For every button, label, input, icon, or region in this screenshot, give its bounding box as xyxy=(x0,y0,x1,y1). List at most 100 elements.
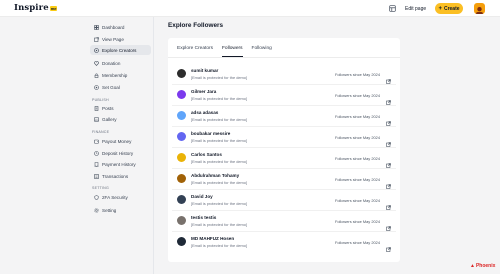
follower-row: David Joy [Email is protected for the de… xyxy=(172,190,396,211)
follower-row: sumit kumar [Email is protected for the … xyxy=(172,64,396,85)
sidebar-item-label: 2FA Security xyxy=(102,194,128,200)
follower-email: [Email is protected for the demo] xyxy=(191,116,248,122)
user-avatar[interactable] xyxy=(474,3,485,14)
gear-icon xyxy=(94,207,99,213)
edit-page-button[interactable]: Edit page xyxy=(405,4,426,13)
sidebar-item-gallery[interactable]: Gallery xyxy=(90,114,151,124)
section-finance: FINANCE xyxy=(92,130,110,134)
external-link-icon[interactable] xyxy=(386,218,391,231)
sidebar-item-set-goal[interactable]: Set Goal xyxy=(90,82,151,92)
sidebar-item-label: Dashboard xyxy=(102,24,125,30)
brand-name: Inspire xyxy=(14,3,49,13)
follower-email: [Email is protected for the demo] xyxy=(191,179,248,185)
transactions-icon xyxy=(94,173,99,179)
section-publish: PUBLISH xyxy=(92,98,109,102)
external-link-icon[interactable] xyxy=(386,176,391,189)
sidebar-item-label: Deposit History xyxy=(102,150,134,156)
image-icon xyxy=(94,116,99,122)
sidebar-item-setting[interactable]: Setting xyxy=(90,205,151,215)
follower-name: adsa adasas xyxy=(191,110,219,115)
follower-row: Abdulrahman Tohamy [Email is protected f… xyxy=(172,169,396,190)
create-label: Create xyxy=(443,5,460,12)
tabs-divider xyxy=(168,57,400,58)
external-link-icon[interactable] xyxy=(386,92,391,105)
sidebar-item-label: Explore Creators xyxy=(102,47,137,53)
layout-icon[interactable] xyxy=(388,4,397,13)
sidebar-item-posts[interactable]: Posts xyxy=(90,103,151,113)
sidebar-item-label: Membership xyxy=(102,72,128,78)
sidebar-item-2fa-security[interactable]: 2FA Security xyxy=(90,192,151,202)
brand-badge: me xyxy=(49,5,58,11)
sidebar-item-view-page[interactable]: View Page xyxy=(90,34,151,44)
sidebar-item-label: Payment History xyxy=(102,161,136,167)
follower-row: boubakar messire [Email is protected for… xyxy=(172,127,396,148)
avatar xyxy=(177,153,186,162)
follower-email: [Email is protected for the demo] xyxy=(191,158,248,164)
external-link-icon[interactable] xyxy=(386,113,391,126)
follower-row: adsa adasas [Email is protected for the … xyxy=(172,106,396,127)
sidebar-item-explore-creators[interactable]: Explore Creators xyxy=(90,45,151,55)
sidebar-item-payout-money[interactable]: Payout Money xyxy=(90,136,151,146)
follower-email: [Email is protected for the demo] xyxy=(191,74,248,80)
external-link-icon[interactable] xyxy=(386,71,391,84)
wallet-icon xyxy=(94,139,99,144)
follower-email: [Email is protected for the demo] xyxy=(191,221,248,227)
external-link-icon[interactable] xyxy=(386,155,391,168)
avatar xyxy=(177,90,186,99)
avatar xyxy=(177,237,186,246)
receipt-icon xyxy=(94,161,99,167)
sidebar-item-label: Donation xyxy=(102,60,121,66)
sidebar-item-label: View Page xyxy=(102,36,124,42)
follower-email: [Email is protected for the demo] xyxy=(191,200,248,206)
follower-name: boubakar messire xyxy=(191,131,231,136)
sidebar-item-dashboard[interactable]: Dashboard xyxy=(90,22,151,32)
phoenix-icon: ▲ xyxy=(470,263,475,269)
sidebar-item-membership[interactable]: Membership xyxy=(90,70,151,80)
follower-name: Carlos Santos xyxy=(191,152,222,157)
sidebar-item-label: Payout Money xyxy=(102,138,132,144)
section-setting: SETTING xyxy=(92,186,109,190)
external-link-icon[interactable] xyxy=(386,134,391,147)
follower-since: Followers since May 2024 xyxy=(335,113,380,119)
avatar xyxy=(177,111,186,120)
follower-name: testis testis xyxy=(191,215,217,220)
follower-email: [Email is protected for the demo] xyxy=(191,95,248,101)
brand-logo[interactable]: Inspire me xyxy=(14,3,58,13)
follower-name: Abdulrahman Tohamy xyxy=(191,173,240,178)
external-link-icon[interactable] xyxy=(386,197,391,210)
sidebar-item-deposit-history[interactable]: Deposit History xyxy=(90,148,151,158)
dashboard-icon xyxy=(94,24,99,30)
compass-icon xyxy=(94,47,99,53)
tab-explore-creators[interactable]: Explore Creators xyxy=(177,46,213,57)
sidebar-item-label: Gallery xyxy=(102,116,117,122)
follower-name: sumit kumar xyxy=(191,68,219,73)
follower-since: Followers since May 2024 xyxy=(335,218,380,224)
external-link-icon[interactable] xyxy=(386,239,391,252)
sidebar-item-label: Posts xyxy=(102,105,114,111)
tab-followers[interactable]: Followers xyxy=(222,46,243,57)
create-button[interactable]: + Create xyxy=(435,3,463,14)
follower-row: testis testis [Email is protected for th… xyxy=(172,211,396,232)
target-icon xyxy=(94,84,99,90)
follower-since: Followers since May 2024 xyxy=(335,197,380,203)
follower-since: Followers since May 2024 xyxy=(335,71,380,77)
avatar xyxy=(177,216,186,225)
page-title: Explore Followers xyxy=(168,22,224,29)
clock-icon xyxy=(94,150,99,156)
plus-icon: + xyxy=(438,5,442,12)
tab-following[interactable]: Following xyxy=(252,46,272,57)
follower-name: MD MAHFUZ Hosen xyxy=(191,236,235,241)
tab-bar: Explore Creators Followers Following xyxy=(177,46,272,57)
follower-name: David Joy xyxy=(191,194,213,199)
avatar xyxy=(177,174,186,183)
sidebar-item-label: Setting xyxy=(102,207,117,213)
sidebar-item-payment-history[interactable]: Payment History xyxy=(90,159,151,169)
follower-since: Followers since May 2024 xyxy=(335,176,380,182)
follower-name: Gilmer Jara xyxy=(191,89,217,94)
watermark-text: Phoenix xyxy=(475,263,496,269)
lock-icon xyxy=(94,72,99,78)
follower-since: Followers since May 2024 xyxy=(335,155,380,161)
sidebar-item-donation[interactable]: Donation xyxy=(90,58,151,68)
avatar xyxy=(177,195,186,204)
sidebar-item-transactions[interactable]: Transactions xyxy=(90,171,151,181)
